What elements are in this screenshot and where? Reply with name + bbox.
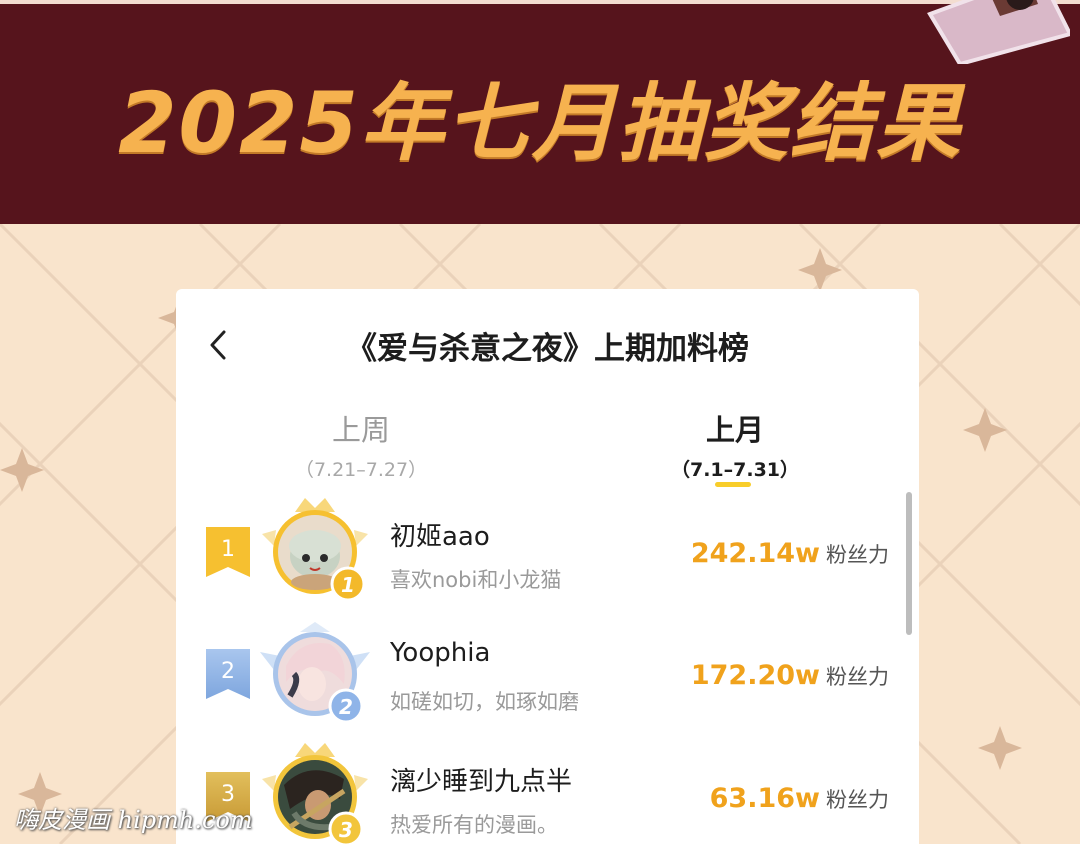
- avatar-crown-frame: 1: [262, 498, 368, 602]
- header-banner: 2025年七月抽奖结果: [0, 0, 1080, 224]
- score-unit: 粉丝力: [826, 665, 889, 689]
- score-unit: 粉丝力: [826, 788, 889, 812]
- ranking-row[interactable]: 2 2 Yoophia 如磋如切，如琢如磨 172.20w 粉丝力: [176, 616, 919, 736]
- page-title: 2025年七月抽奖结果: [118, 74, 962, 172]
- active-tab-indicator: [715, 482, 751, 487]
- tab-last-week[interactable]: 上周 （7.21–7.27）: [276, 407, 446, 482]
- avatar: 2: [260, 616, 370, 726]
- score-unit: 粉丝力: [826, 543, 889, 567]
- score-value: 242.14w: [690, 538, 820, 569]
- rank-badge: 1: [206, 527, 250, 577]
- tab-label: 上月: [705, 413, 764, 447]
- avatar: 1: [260, 494, 370, 604]
- avatar-rank-number: 2: [339, 695, 353, 719]
- fan-score: 63.16w 粉丝力: [710, 783, 889, 814]
- rank-number: 1: [221, 537, 235, 562]
- ranking-card: 《爱与杀意之夜》上期加料榜 上周 （7.21–7.27） 上月 （7.1–7.3…: [176, 289, 919, 844]
- avatar-rank-number: 3: [339, 818, 353, 842]
- rank-badge: 2: [206, 649, 250, 699]
- user-bio: 喜欢nobi和小龙猫: [390, 568, 562, 592]
- card-title: 《爱与杀意之夜》上期加料榜: [346, 331, 749, 367]
- avatar-wing-frame: 2: [260, 622, 370, 724]
- score-value: 172.20w: [690, 660, 820, 691]
- ranking-row[interactable]: 1 1 初姬aao 喜欢nobi和小龙猫 242.14w 粉丝力: [176, 494, 919, 614]
- tab-date-range: （7.21–7.27）: [294, 459, 428, 481]
- corner-decoration: [927, 0, 1070, 64]
- watermark: 嗨皮漫画 hipmh.com: [14, 806, 253, 834]
- tab-last-month[interactable]: 上月 （7.1–7.31）: [650, 407, 820, 482]
- tab-date-range: （7.1–7.31）: [670, 459, 800, 481]
- ranking-row[interactable]: 3 3 漓少睡到九点半 热爱所有的漫画。 63.16w 粉丝力: [176, 739, 919, 844]
- tab-label: 上周: [331, 413, 390, 447]
- user-name: 漓少睡到九点半: [390, 767, 573, 797]
- score-value: 63.16w: [709, 783, 820, 814]
- avatar-rank-number: 1: [341, 573, 355, 597]
- fan-score: 172.20w 粉丝力: [691, 660, 889, 691]
- user-name: Yoophia: [390, 638, 491, 668]
- avatar: 3: [260, 739, 370, 844]
- user-bio: 热爱所有的漫画。: [390, 813, 558, 837]
- fan-score: 242.14w 粉丝力: [691, 538, 889, 569]
- user-name: 初姬aao: [390, 522, 490, 552]
- user-bio: 如磋如切，如琢如磨: [390, 690, 579, 714]
- rank-number: 2: [221, 659, 235, 684]
- avatar-crown-frame: 3: [262, 743, 368, 844]
